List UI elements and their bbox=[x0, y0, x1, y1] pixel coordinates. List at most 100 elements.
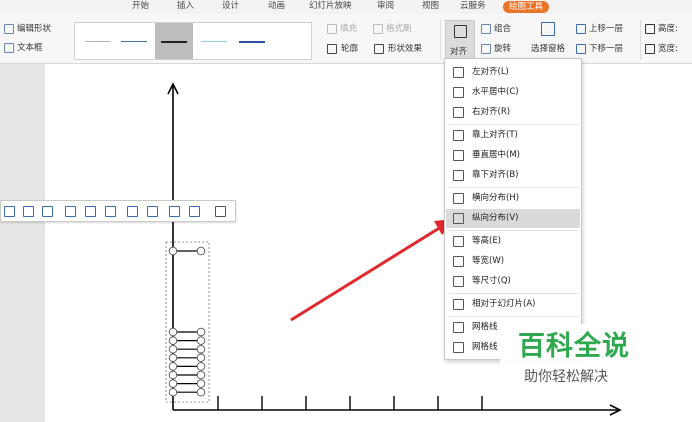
height-icon bbox=[645, 24, 655, 34]
float-group-icon[interactable] bbox=[215, 206, 226, 217]
menu-item-label: 等宽(W) bbox=[472, 256, 505, 266]
tab-slideshow[interactable]: 幻灯片放映 bbox=[309, 0, 352, 14]
menu-item-label: 横向分布(H) bbox=[472, 193, 520, 203]
float-align-top-icon[interactable] bbox=[65, 206, 76, 217]
text-box-button[interactable]: 文本框 bbox=[17, 43, 43, 54]
bring-forward-button[interactable]: 上移一层 bbox=[589, 24, 623, 35]
menu-item-align-center[interactable]: 水平居中(C) bbox=[446, 83, 580, 102]
shape-effects-icon bbox=[374, 44, 384, 54]
tab-home[interactable]: 开始 bbox=[132, 0, 149, 14]
line-endpoint-handle bbox=[196, 327, 206, 337]
same-width-icon bbox=[453, 256, 464, 267]
send-backward-icon bbox=[576, 44, 586, 54]
tab-view[interactable]: 视图 bbox=[422, 0, 439, 14]
menu-item-label: 等高(E) bbox=[472, 236, 502, 246]
float-align-center-icon[interactable] bbox=[23, 206, 34, 217]
edit-shape-button[interactable]: 编辑形状 bbox=[17, 24, 51, 35]
line-endpoint-handle bbox=[168, 336, 178, 345]
rotate-button[interactable]: 旋转 bbox=[494, 44, 511, 55]
align-left-icon bbox=[453, 67, 464, 78]
fill-button[interactable]: 填充 bbox=[340, 24, 357, 35]
align-center-icon bbox=[453, 87, 464, 98]
menu-item-distribute-vertical[interactable]: 纵向分布(V) bbox=[446, 209, 580, 228]
float-distribute-v-icon[interactable] bbox=[169, 206, 180, 217]
align-dropdown-menu: 左对齐(L) 水平居中(C) 右对齐(R) 靠上对齐(T) 垂直居中(M) 靠下… bbox=[444, 58, 582, 360]
menu-item-label: 网格线 bbox=[472, 322, 498, 332]
menu-item-label: 纵向分布(V) bbox=[472, 213, 519, 223]
line-endpoint-handle bbox=[168, 353, 178, 363]
align-right-icon bbox=[453, 107, 464, 118]
float-distribute-h-icon[interactable] bbox=[127, 206, 138, 217]
tab-cloud[interactable]: 云服务 bbox=[460, 0, 486, 14]
menu-item-align-right[interactable]: 右对齐(R) bbox=[446, 103, 580, 122]
line-style-5[interactable] bbox=[239, 41, 265, 43]
menu-item-align-middle[interactable]: 垂直居中(M) bbox=[446, 146, 580, 165]
align-top-icon bbox=[453, 130, 464, 141]
outline-button[interactable]: 轮廓 bbox=[341, 44, 358, 55]
align-button[interactable]: 对齐 bbox=[445, 20, 475, 60]
line-endpoint-handle bbox=[168, 387, 178, 397]
height-label: 高度: bbox=[658, 24, 678, 34]
menu-item-align-top[interactable]: 靠上对齐(T) bbox=[446, 126, 580, 145]
menu-item-same-width[interactable]: 等宽(W) bbox=[446, 252, 580, 271]
float-align-middle-icon[interactable] bbox=[85, 206, 96, 217]
format-painter-button[interactable]: 格式刷 bbox=[386, 24, 412, 35]
line-style-selected[interactable] bbox=[155, 23, 193, 59]
slide-panel-margin bbox=[0, 64, 45, 422]
tab-insert[interactable]: 插入 bbox=[177, 0, 194, 14]
float-align-bottom-icon[interactable] bbox=[105, 206, 116, 217]
float-distribute-h2-icon[interactable] bbox=[147, 206, 158, 217]
ribbon: 编辑形状 文本框 填充 格式刷 轮廓 形状效果 对齐 组合 旋转 选择窗格 上移… bbox=[0, 14, 692, 64]
line-endpoint-handle bbox=[168, 344, 178, 354]
menu-item-label: 相对于幻灯片(A) bbox=[472, 299, 536, 309]
floating-align-toolbar bbox=[0, 200, 236, 222]
x-axis-ticks bbox=[217, 396, 483, 410]
width-icon bbox=[645, 44, 655, 54]
line-style-2[interactable] bbox=[121, 41, 147, 42]
line-endpoint-handle bbox=[196, 362, 206, 371]
tab-review[interactable]: 审阅 bbox=[377, 0, 394, 14]
tab-design[interactable]: 设计 bbox=[222, 0, 239, 14]
shape-style-gallery[interactable] bbox=[74, 22, 312, 60]
shape-effects-button[interactable]: 形状效果 bbox=[388, 44, 422, 55]
align-bottom-icon bbox=[453, 170, 464, 181]
float-align-options-icon[interactable] bbox=[189, 206, 200, 217]
line-endpoint-handle bbox=[168, 362, 178, 371]
edit-shape-icon bbox=[4, 24, 14, 34]
line-endpoint-handle bbox=[196, 336, 206, 345]
line-endpoint-handle bbox=[196, 370, 206, 380]
menu-item-align-left[interactable]: 左对齐(L) bbox=[446, 63, 580, 82]
line-endpoint-handle bbox=[196, 353, 206, 363]
width-label: 宽度: bbox=[658, 44, 678, 54]
menu-item-same-height[interactable]: 等高(E) bbox=[446, 232, 580, 251]
line-endpoint-handle bbox=[168, 327, 178, 337]
align-icon bbox=[454, 25, 467, 38]
menu-item-label: 靠下对齐(B) bbox=[472, 170, 519, 180]
menu-bar: 开始 插入 设计 动画 幻灯片放映 审阅 视图 云服务 绘图工具 bbox=[0, 0, 692, 14]
menu-item-label: 垂直居中(M) bbox=[472, 150, 520, 160]
outline-icon bbox=[327, 44, 337, 54]
send-backward-button[interactable]: 下移一层 bbox=[589, 44, 623, 55]
tab-drawing-tools[interactable]: 绘图工具 bbox=[503, 1, 550, 13]
menu-item-same-size[interactable]: 等尺寸(Q) bbox=[446, 272, 580, 291]
group-button[interactable]: 组合 bbox=[494, 24, 511, 35]
menu-item-align-bottom[interactable]: 靠下对齐(B) bbox=[446, 166, 580, 185]
tab-animation[interactable]: 动画 bbox=[268, 0, 285, 14]
text-box-icon bbox=[4, 43, 14, 53]
line-style-4[interactable] bbox=[201, 41, 227, 42]
same-size-icon bbox=[453, 276, 464, 287]
group-icon bbox=[481, 24, 491, 34]
menu-item-distribute-horizontal[interactable]: 横向分布(H) bbox=[446, 189, 580, 208]
gridlines-icon bbox=[453, 322, 464, 333]
line-endpoint-handle bbox=[196, 344, 206, 354]
float-align-left-icon[interactable] bbox=[4, 206, 15, 217]
selection-pane-icon bbox=[541, 22, 555, 36]
watermark-title: 百科全说 bbox=[518, 331, 630, 362]
stacked-line-shapes bbox=[168, 327, 206, 397]
float-align-right-icon[interactable] bbox=[42, 206, 53, 217]
watermark-subtitle: 助你轻松解决 bbox=[524, 369, 608, 385]
selection-pane-button[interactable]: 选择窗格 bbox=[531, 44, 565, 55]
menu-item-relative-to-slide[interactable]: 相对于幻灯片(A) bbox=[446, 295, 580, 314]
line-style-1[interactable] bbox=[85, 41, 111, 42]
bring-forward-icon bbox=[576, 24, 586, 34]
